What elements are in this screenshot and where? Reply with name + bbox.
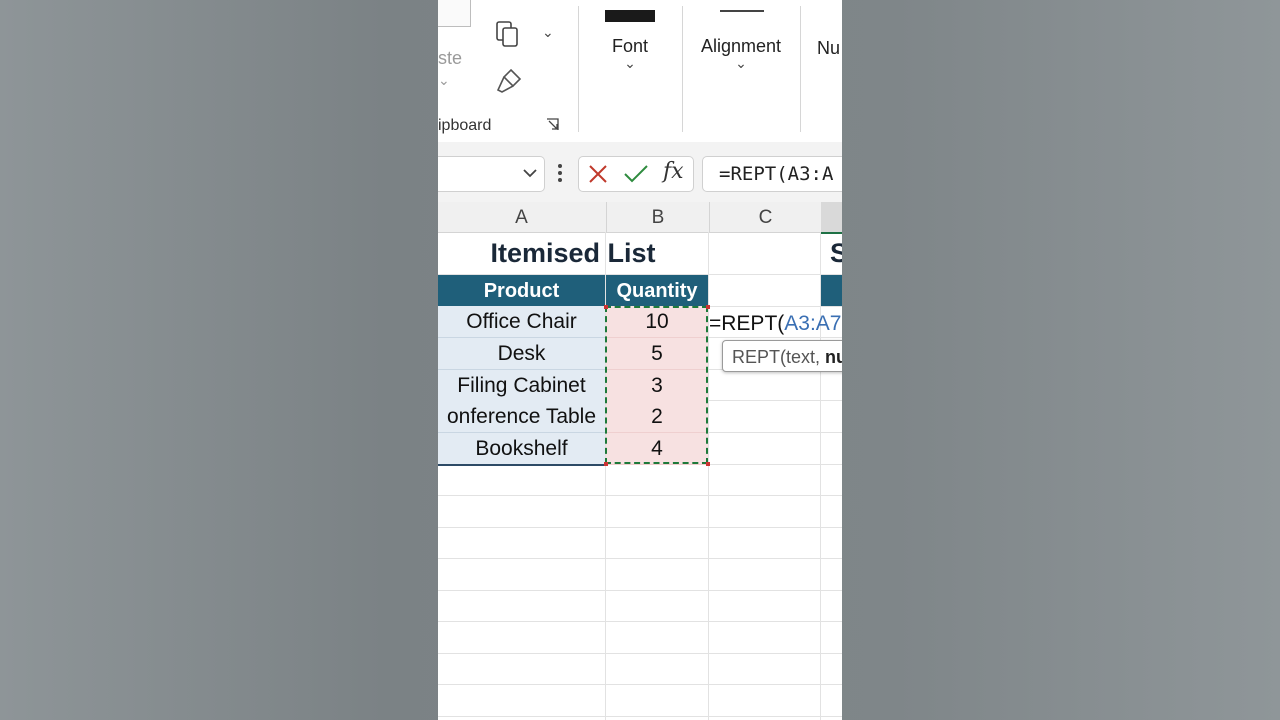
- column-header-a[interactable]: A: [438, 202, 605, 232]
- quantity-cell[interactable]: 3: [606, 370, 708, 402]
- sheet-title[interactable]: Itemised List: [438, 238, 708, 272]
- marquee-handle: [604, 305, 608, 309]
- formula-text: =REPT(A3:A: [719, 163, 834, 185]
- format-painter-icon[interactable]: [494, 66, 524, 96]
- copy-icon[interactable]: [494, 20, 522, 50]
- gridline: [438, 590, 842, 591]
- font-group-button[interactable]: Font ⌄: [596, 36, 664, 86]
- tooltip-arg: nu: [825, 347, 842, 367]
- ribbon-separator: [578, 6, 579, 132]
- enter-check-icon[interactable]: [623, 163, 649, 185]
- quantity-cell[interactable]: 4: [606, 433, 708, 465]
- font-chevron-icon: ⌄: [624, 55, 636, 71]
- edit-ref: A3:A7: [784, 312, 842, 335]
- ribbon: ste ⌄ ⌄ ipboard Font ⌄ Alignment ⌄ Nu: [438, 0, 842, 142]
- product-cell[interactable]: Desk: [438, 338, 605, 370]
- gridline: [438, 621, 842, 622]
- header-quantity[interactable]: Quantity: [606, 275, 708, 306]
- product-cell[interactable]: Bookshelf: [438, 433, 605, 466]
- quantity-cell[interactable]: 2: [606, 401, 708, 433]
- font-color-swatch: [605, 10, 655, 22]
- alignment-line-icon: [720, 10, 764, 12]
- paste-label[interactable]: ste: [438, 48, 462, 69]
- alignment-label: Alignment: [700, 36, 782, 56]
- gridline: [438, 684, 842, 685]
- insert-function-icon[interactable]: fx: [663, 159, 684, 184]
- paste-button[interactable]: [438, 0, 471, 27]
- gridline: [438, 495, 842, 496]
- more-options-icon[interactable]: [556, 162, 564, 184]
- excel-window: ste ⌄ ⌄ ipboard Font ⌄ Alignment ⌄ Nu fx…: [438, 0, 842, 720]
- gridline: [438, 653, 842, 654]
- number-group-label[interactable]: Nu: [817, 38, 840, 59]
- next-table-header[interactable]: [821, 275, 842, 306]
- formula-actions: fx: [578, 156, 694, 192]
- paste-chevron-icon[interactable]: ⌄: [438, 72, 450, 89]
- product-cell[interactable]: onference Table: [438, 401, 605, 433]
- gridline: [438, 716, 842, 717]
- edit-prefix: =REPT(: [709, 312, 785, 335]
- header-product[interactable]: Product: [438, 275, 605, 306]
- marquee-handle: [604, 462, 608, 466]
- function-tooltip[interactable]: REPT(text, nu: [722, 340, 842, 372]
- quantity-cell[interactable]: 5: [606, 338, 708, 370]
- marquee-handle: [706, 462, 710, 466]
- copy-chevron-icon[interactable]: ⌄: [542, 24, 554, 41]
- name-box-chevron-icon[interactable]: [522, 164, 538, 182]
- column-headers: A B C: [438, 202, 842, 234]
- formula-bar: fx =REPT(A3:A: [438, 142, 842, 202]
- ribbon-separator: [800, 6, 801, 132]
- clipboard-group-label: ipboard: [438, 117, 492, 134]
- formula-input[interactable]: =REPT(A3:A: [702, 156, 842, 192]
- formula-edit-cell[interactable]: =REPT(A3:A7&: [709, 308, 842, 338]
- font-label: Font: [611, 36, 649, 56]
- column-header-c[interactable]: C: [709, 202, 821, 232]
- ribbon-separator: [682, 6, 683, 132]
- column-header-d[interactable]: [821, 202, 842, 234]
- worksheet-grid[interactable]: A B C Itemised List S Product Quantity O…: [438, 202, 842, 720]
- next-table-title[interactable]: S: [830, 238, 842, 269]
- edit-suffix: &: [841, 312, 842, 335]
- product-cell[interactable]: Filing Cabinet: [438, 370, 605, 402]
- gridline: [438, 527, 842, 528]
- gridline: [438, 558, 842, 559]
- alignment-group-button[interactable]: Alignment ⌄: [693, 36, 789, 86]
- column-header-b[interactable]: B: [606, 202, 709, 232]
- alignment-chevron-icon: ⌄: [735, 55, 747, 71]
- clipboard-launcher-icon[interactable]: [546, 118, 560, 132]
- name-box[interactable]: [438, 156, 545, 192]
- quantity-cell[interactable]: 10: [606, 306, 708, 338]
- tooltip-func: REPT(text,: [732, 347, 826, 367]
- product-cell[interactable]: Office Chair: [438, 306, 605, 338]
- cancel-icon[interactable]: [587, 163, 609, 185]
